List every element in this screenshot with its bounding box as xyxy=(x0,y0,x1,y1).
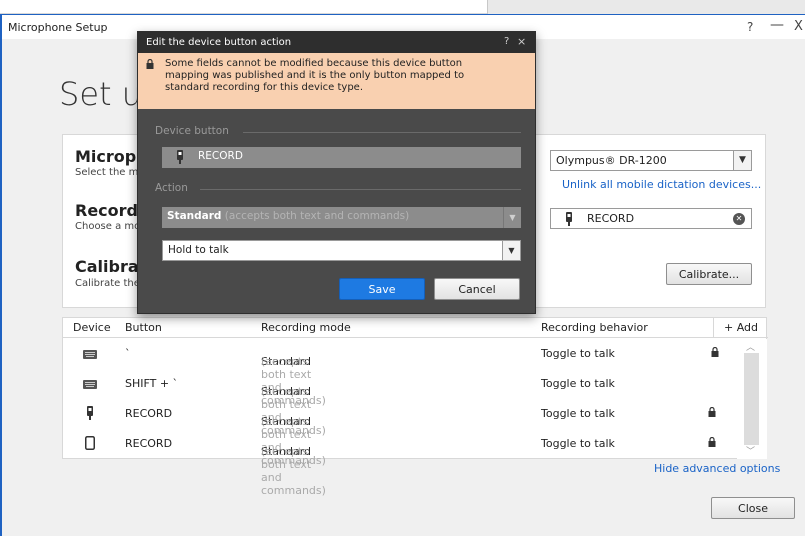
dictation-recorder-icon xyxy=(176,150,184,164)
clear-icon[interactable]: ✕ xyxy=(733,213,745,225)
chevron-down-icon[interactable]: ▼ xyxy=(502,241,520,260)
column-recording-mode: Recording mode xyxy=(261,321,351,334)
lock-icon xyxy=(146,59,154,69)
unlink-devices-link[interactable]: Unlink all mobile dictation devices... xyxy=(562,178,761,191)
group-divider xyxy=(243,132,521,133)
recording-behavior-select[interactable]: Hold to talk ▼ xyxy=(162,240,521,261)
device-button-value: RECORD xyxy=(198,150,243,162)
dictation-recorder-icon xyxy=(565,212,573,226)
dictation-recorder-icon xyxy=(86,406,94,420)
lock-icon xyxy=(708,437,716,447)
device-button-group-label: Device button xyxy=(155,125,229,137)
column-recording-behavior: Recording behavior xyxy=(541,321,648,334)
table-header: Device Button Recording mode Recording b… xyxy=(63,318,768,338)
dialog-close-button[interactable]: × xyxy=(517,35,526,48)
dialog-help-button[interactable]: ? xyxy=(504,36,509,47)
recording-behavior-value: Hold to talk xyxy=(168,244,229,256)
table-row[interactable]: RECORD Standard (accepts both text and c… xyxy=(63,429,738,497)
group-divider xyxy=(200,189,521,190)
record-button-field[interactable]: RECORD ✕ xyxy=(550,208,752,229)
scrollbar-thumb[interactable] xyxy=(744,353,759,445)
window-title: Microphone Setup xyxy=(8,21,108,34)
row-behavior: Toggle to talk xyxy=(541,347,615,360)
microphone-select[interactable]: Olympus® DR-1200 ▼ xyxy=(550,150,752,171)
calibrate-button[interactable]: Calibrate... xyxy=(666,263,752,285)
screen: Microphone Setup ? — X Set up Microphone… xyxy=(0,0,805,536)
row-button: SHIFT + ` xyxy=(125,377,179,390)
background-window-right xyxy=(487,0,805,14)
device-button-field: RECORD xyxy=(162,147,521,168)
table-row[interactable]: ` Standard (accepts both text and comman… xyxy=(63,339,738,407)
cancel-button[interactable]: Cancel xyxy=(434,278,520,300)
phone-icon xyxy=(85,436,95,450)
warning-text: Some fields cannot be modified because t… xyxy=(165,58,465,93)
add-button[interactable]: + Add xyxy=(713,318,768,338)
save-button[interactable]: Save xyxy=(339,278,425,300)
background-window-left xyxy=(0,0,487,14)
help-button[interactable]: ? xyxy=(747,20,753,34)
scroll-down-icon[interactable]: ﹀ xyxy=(746,444,755,457)
row-behavior: Toggle to talk xyxy=(541,377,615,390)
warning-banner: Some fields cannot be modified because t… xyxy=(138,53,535,109)
table-scrollbar[interactable]: ︿ ﹀ xyxy=(737,339,767,459)
record-button-value: RECORD xyxy=(587,212,635,225)
row-behavior: Toggle to talk xyxy=(541,437,615,450)
device-button-table: Device Button Recording mode Recording b… xyxy=(62,317,768,497)
chevron-down-icon[interactable]: ▼ xyxy=(733,151,751,170)
dialog-titlebar: Edit the device button action ? × xyxy=(138,32,535,53)
minimize-button[interactable]: — xyxy=(770,17,784,33)
column-device: Device xyxy=(73,321,111,334)
lock-icon xyxy=(708,407,716,417)
column-button: Button xyxy=(125,321,162,334)
row-button: RECORD xyxy=(125,437,173,450)
keyboard-icon xyxy=(83,350,97,359)
recording-mode-value: Standard xyxy=(167,210,222,222)
microphone-select-value: Olympus® DR-1200 xyxy=(556,154,667,167)
close-button[interactable]: Close xyxy=(711,497,795,519)
recording-mode-hint: (accepts both text and commands) xyxy=(224,210,410,222)
scroll-up-icon[interactable]: ︿ xyxy=(746,340,755,353)
hide-advanced-options-link[interactable]: Hide advanced options xyxy=(654,462,780,475)
action-group-label: Action xyxy=(155,182,188,194)
chevron-down-icon: ▼ xyxy=(503,207,521,228)
edit-device-button-dialog: Edit the device button action ? × Some f… xyxy=(137,31,536,314)
close-window-button[interactable]: X xyxy=(794,19,803,34)
dialog-title: Edit the device button action xyxy=(146,37,292,48)
keyboard-icon xyxy=(83,380,97,389)
row-mode-hint: (accepts both text and commands) xyxy=(261,445,326,497)
row-behavior: Toggle to talk xyxy=(541,407,615,420)
recording-mode-select: Standard (accepts both text and commands… xyxy=(162,207,521,228)
row-button: ` xyxy=(125,347,131,360)
table-row[interactable]: RECORD Standard (accepts both text and c… xyxy=(63,399,738,467)
table-row[interactable]: SHIFT + ` Standard (accepts both text an… xyxy=(63,369,738,437)
lock-icon xyxy=(711,347,719,357)
row-button: RECORD xyxy=(125,407,173,420)
